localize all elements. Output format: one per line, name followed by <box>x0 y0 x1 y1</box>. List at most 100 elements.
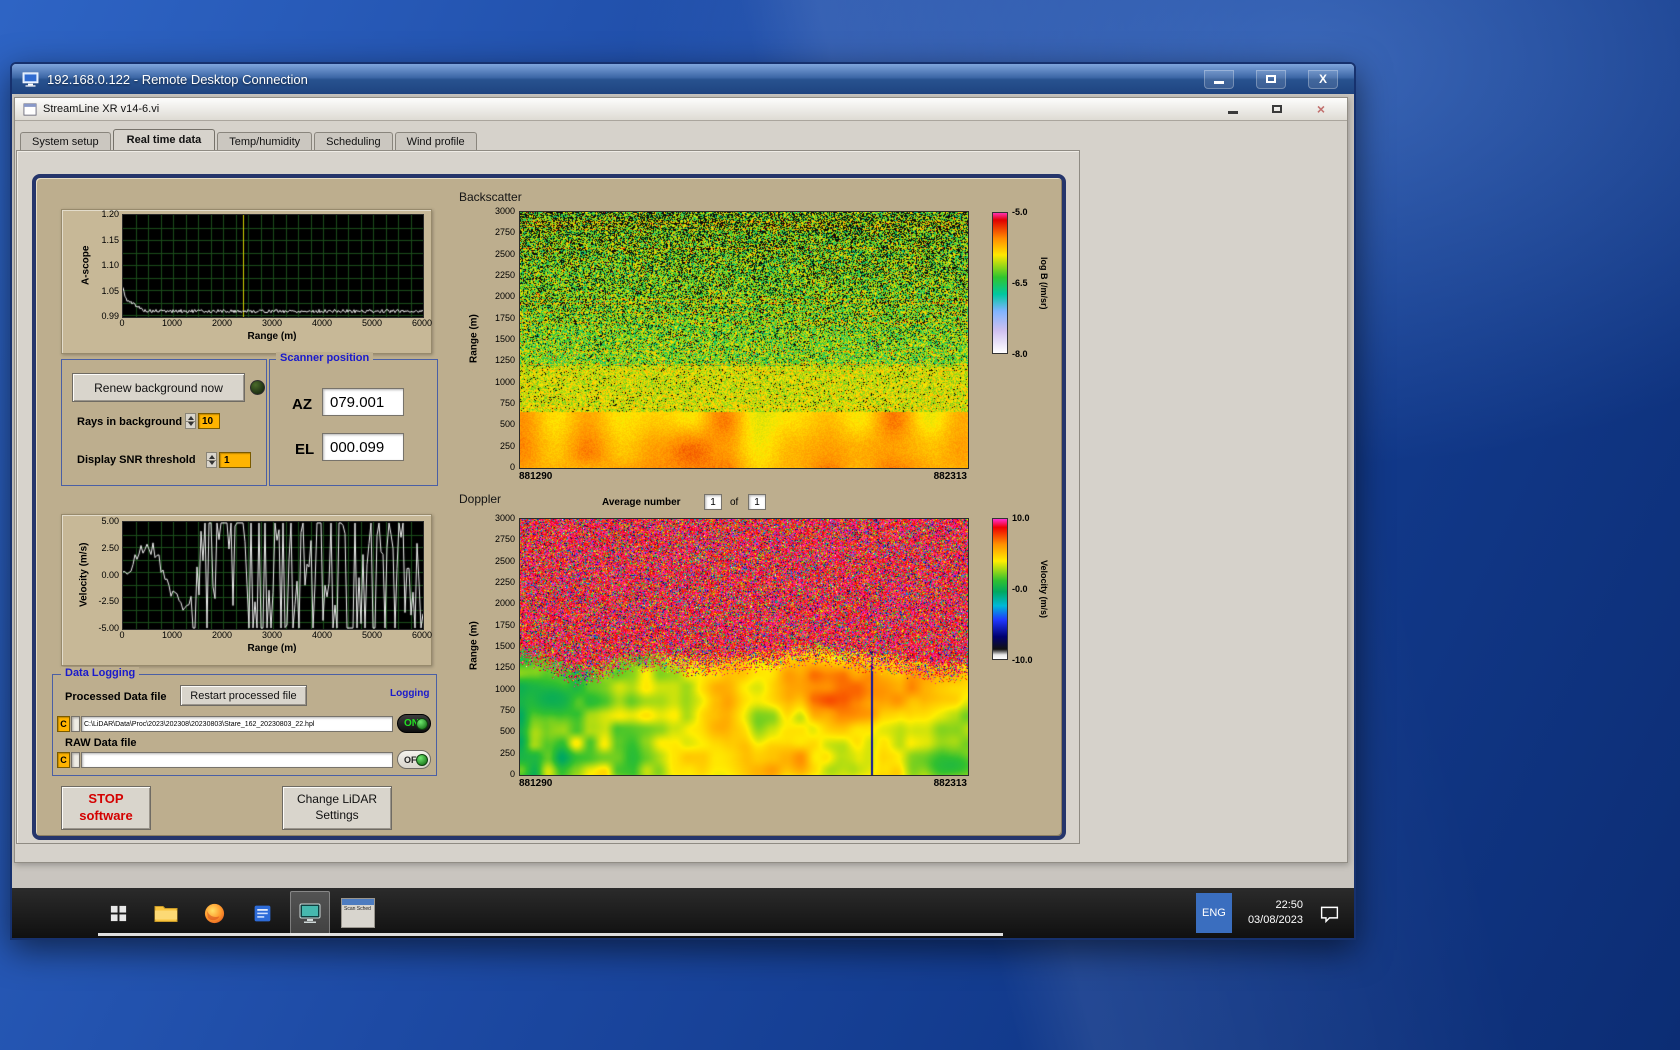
raw-logging-toggle[interactable]: OFF <box>397 750 431 769</box>
raw-data-file-label: RAW Data file <box>65 737 137 749</box>
start-button[interactable] <box>98 891 138 935</box>
renew-background-button[interactable]: Renew background now <box>72 373 245 402</box>
app-minimize-button[interactable] <box>1223 101 1243 117</box>
backscatter-x-end: 882313 <box>934 471 967 482</box>
el-label: EL <box>295 441 314 458</box>
tab-scheduling[interactable]: Scheduling <box>314 132 392 151</box>
streamline-app-window: StreamLine XR v14-6.vi × System setup Re… <box>14 97 1348 863</box>
scan-sched-taskbar-button[interactable]: Scan Sched <box>338 891 378 935</box>
taskbar-clock[interactable]: 22:50 03/08/2023 <box>1248 898 1303 928</box>
app-close-button[interactable]: × <box>1311 101 1331 117</box>
rays-spinner[interactable] <box>185 413 196 429</box>
scan-sched-icon: Scan Sched <box>341 898 375 928</box>
backscatter-title: Backscatter <box>459 190 522 204</box>
velocity-x-axis-label: Range (m) <box>122 643 422 654</box>
raw-drive-box[interactable]: C <box>57 752 70 768</box>
notification-button[interactable] <box>1319 903 1340 924</box>
front-panel: A-scope 1.201.151.101.050.99 01000200030… <box>32 174 1066 840</box>
ascope-y-ticks: 1.201.151.101.050.99 <box>86 214 119 316</box>
tick-label: 0 <box>105 631 139 640</box>
ascope-x-ticks: 0100020003000400050006000 <box>105 319 439 328</box>
taskbar-time: 22:50 <box>1248 898 1303 913</box>
velocity-x-ticks: 0100020003000400050006000 <box>105 631 439 640</box>
ascope-x-axis-label: Range (m) <box>122 331 422 342</box>
doppler-colorbar <box>992 518 1008 660</box>
processed-logging-toggle[interactable]: ON <box>397 714 431 733</box>
chat-icon <box>1319 903 1340 924</box>
average-of-label: of <box>730 497 738 508</box>
backscatter-x-labels: 881290 882313 <box>519 471 967 482</box>
rdp-window: 192.168.0.122 - Remote Desktop Connectio… <box>10 62 1356 940</box>
firefox-button[interactable] <box>194 891 234 935</box>
rdp-titlebar[interactable]: 192.168.0.122 - Remote Desktop Connectio… <box>12 64 1354 94</box>
tab-system-setup[interactable]: System setup <box>20 132 111 151</box>
blue-app-button[interactable] <box>242 891 282 935</box>
rays-in-background-field[interactable]: 10 <box>198 413 220 429</box>
processed-path-field[interactable]: C:\LiDAR\Data\Proc\2023\202308\20230803\… <box>81 716 393 732</box>
az-label: AZ <box>292 396 312 413</box>
rdp-maximize-button[interactable] <box>1256 70 1286 89</box>
windows-desktop: 192.168.0.122 - Remote Desktop Connectio… <box>0 0 1680 1050</box>
raw-path-field[interactable] <box>81 752 393 768</box>
tick-label: 5000 <box>355 631 389 640</box>
tick-label: 4000 <box>305 631 339 640</box>
el-value-field[interactable]: 000.099 <box>322 433 404 461</box>
change-lidar-settings-button[interactable]: Change LiDAR Settings <box>282 786 392 830</box>
processed-drive-box[interactable]: C <box>57 716 70 732</box>
az-value-field[interactable]: 079.001 <box>322 388 404 416</box>
logging-label: Logging <box>390 688 429 699</box>
backscatter-y-ticks: 3000275025002250200017501500125010007505… <box>482 211 515 467</box>
rdp-close-button[interactable]: X <box>1308 70 1338 89</box>
velocity-y-ticks: 5.002.500.00-2.50-5.00 <box>88 521 119 628</box>
minimize-icon <box>1228 111 1238 114</box>
spinner-down-icon[interactable] <box>207 460 216 468</box>
doppler-x-end: 882313 <box>934 778 967 789</box>
file-explorer-button[interactable] <box>146 891 186 935</box>
doppler-y-axis-label: Range (m) <box>468 518 480 774</box>
data-logging-title: Data Logging <box>61 667 139 679</box>
velocity-plot[interactable] <box>122 521 424 630</box>
tab-real-time-data[interactable]: Real time data <box>113 129 216 150</box>
streamline-taskbar-button[interactable] <box>290 891 330 935</box>
tick-label: 4000 <box>305 319 339 328</box>
average-number-field[interactable]: 1 <box>704 494 722 510</box>
snr-threshold-field[interactable]: 1 <box>219 452 251 468</box>
streamline-app-icon <box>298 902 322 924</box>
start-icon <box>109 904 128 923</box>
maximize-icon <box>1272 105 1282 113</box>
rdp-minimize-button[interactable] <box>1204 70 1234 89</box>
firefox-icon <box>203 902 226 925</box>
path-type-icon <box>71 716 80 732</box>
minimize-icon <box>1214 81 1224 84</box>
backscatter-y-axis-label: Range (m) <box>468 211 480 467</box>
processed-data-file-label: Processed Data file <box>65 691 167 703</box>
average-total-field[interactable]: 1 <box>748 494 766 510</box>
tick-label: 2000 <box>205 631 239 640</box>
language-indicator[interactable]: ENG <box>1196 893 1232 933</box>
stop-software-button[interactable]: STOP software <box>61 786 151 830</box>
tick-label: 2000 <box>205 319 239 328</box>
scanner-position-box: Scanner position AZ 079.001 EL 000.099 <box>269 359 438 486</box>
snr-spinner[interactable] <box>206 452 217 468</box>
app-titlebar[interactable]: StreamLine XR v14-6.vi × <box>15 98 1347 121</box>
app-window-title: StreamLine XR v14-6.vi <box>43 103 1223 115</box>
tick-label: 0 <box>105 319 139 328</box>
snr-threshold-label: Display SNR threshold <box>77 454 196 466</box>
tick-label: 3000 <box>255 319 289 328</box>
blue-app-icon <box>252 903 273 924</box>
tab-temp-humidity[interactable]: Temp/humidity <box>217 132 312 151</box>
tick-label: 5000 <box>355 319 389 328</box>
ascope-plot[interactable] <box>122 214 424 318</box>
restart-processed-file-button[interactable]: Restart processed file <box>180 685 307 706</box>
remote-desktop: StreamLine XR v14-6.vi × System setup Re… <box>12 94 1354 938</box>
tab-wind-profile[interactable]: Wind profile <box>395 132 477 151</box>
explorer-icon <box>154 903 178 924</box>
tick-label: 1000 <box>155 319 189 328</box>
toggle-knob-icon <box>416 754 428 766</box>
spinner-down-icon[interactable] <box>186 421 195 429</box>
backscatter-x-start: 881290 <box>519 471 552 482</box>
path-type-icon <box>71 752 80 768</box>
app-maximize-button[interactable] <box>1267 101 1287 117</box>
background-controls-box: Renew background now Rays in background … <box>61 359 267 486</box>
average-number-label: Average number <box>602 497 681 508</box>
